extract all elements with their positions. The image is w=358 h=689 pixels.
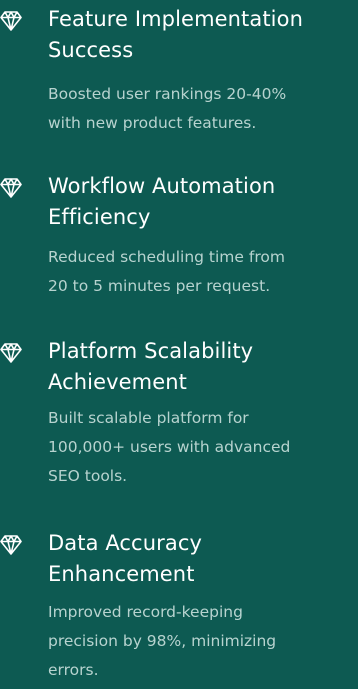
achievement-description-line: Built scalable platform for [48, 409, 249, 427]
achievement-description-line: with new product features. [48, 114, 257, 132]
achievement-title-line: Achievement [48, 370, 187, 394]
achievement-description-line: Improved record-keeping [48, 603, 243, 621]
achievement-description-line: precision by 98%, minimizing [48, 632, 277, 650]
diamond-icon [0, 535, 22, 555]
achievements-panel: Feature Implementation Success Boosted u… [0, 0, 358, 689]
achievement-title: Feature Implementation Success [48, 4, 353, 66]
achievement-description: Built scalable platform for 100,000+ use… [48, 404, 358, 491]
diamond-icon [0, 343, 22, 363]
diamond-icon [0, 11, 22, 31]
achievement-title: Data Accuracy Enhancement [48, 528, 353, 590]
achievement-description-line: 20 to 5 minutes per request. [48, 277, 271, 295]
achievement-title-line: Data Accuracy [48, 531, 202, 555]
achievement-description-line: Reduced scheduling time from [48, 248, 285, 266]
achievement-title: Platform Scalability Achievement [48, 336, 353, 398]
achievement-description: Improved record-keeping precision by 98%… [48, 598, 358, 685]
achievement-title-line: Efficiency [48, 205, 151, 229]
achievement-title-line: Workflow Automation [48, 174, 276, 198]
achievement-description-line: Boosted user rankings 20-40% [48, 85, 287, 103]
achievement-description-line: SEO tools. [48, 467, 128, 485]
diamond-icon [0, 178, 22, 198]
achievement-title-line: Success [48, 38, 134, 62]
achievement-title: Workflow Automation Efficiency [48, 171, 353, 233]
achievement-title-line: Enhancement [48, 562, 195, 586]
achievement-description: Reduced scheduling time from 20 to 5 min… [48, 243, 358, 301]
achievement-description: Boosted user rankings 20-40% with new pr… [48, 80, 358, 138]
achievement-description-line: errors. [48, 661, 99, 679]
achievement-description-line: 100,000+ users with advanced [48, 438, 291, 456]
achievement-title-line: Feature Implementation [48, 7, 303, 31]
achievement-title-line: Platform Scalability [48, 339, 254, 363]
